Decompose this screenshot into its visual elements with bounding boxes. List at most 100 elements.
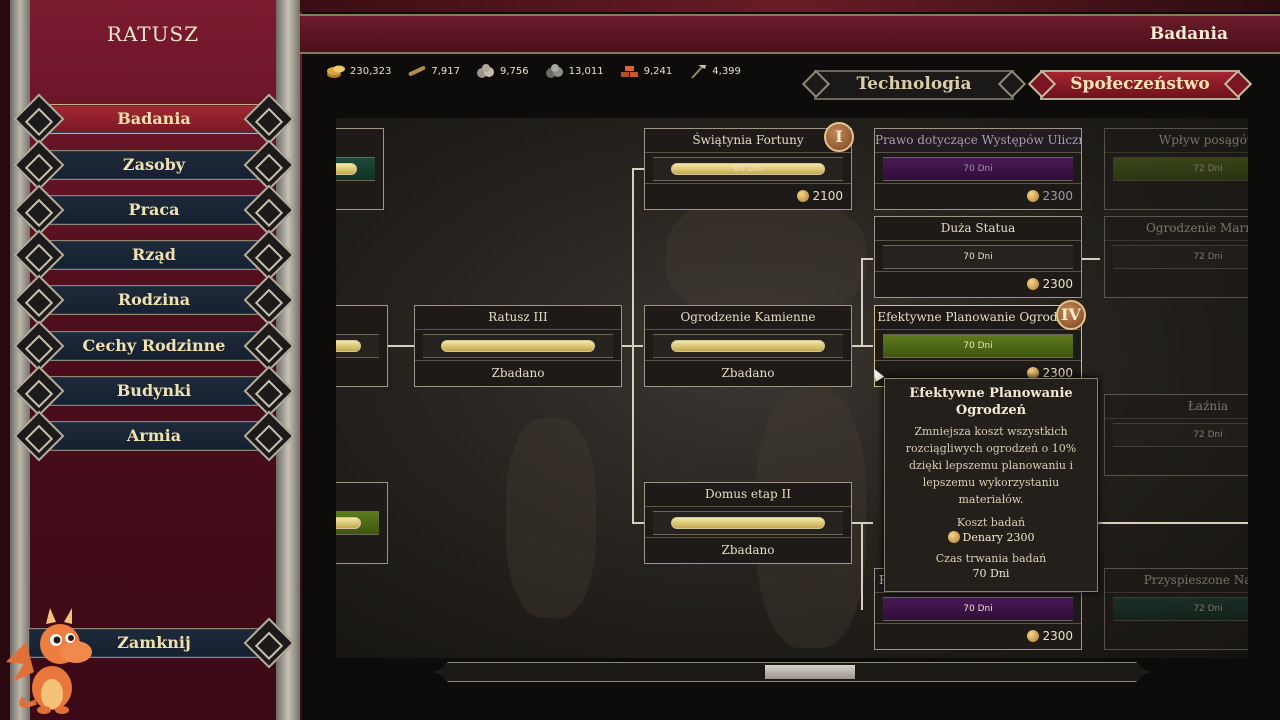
research-progress: 72 Dni	[1113, 423, 1248, 447]
research-name: Prawo dotyczące Występów Ulicznych	[875, 129, 1081, 153]
research-cost: 2100	[797, 189, 843, 203]
research-cost-value: 2100	[812, 189, 843, 203]
bricks-icon	[620, 66, 638, 77]
coins-icon	[327, 65, 345, 78]
research-card-swiatynia-fortuny[interactable]: Świątynia Fortuny 68 Dni 2100	[644, 128, 852, 210]
research-footer: Zbadano	[415, 360, 621, 386]
research-name: Duża Statua	[875, 217, 1081, 241]
research-card-ogrodzenie-marmur[interactable]: Ogrodzenie Marmur 72 Dni	[1104, 216, 1248, 298]
research-progress	[336, 157, 375, 181]
research-card-efektywne-planowanie[interactable]: Efektywne Planowanie Ogrodzeń 70 Dni 230…	[874, 305, 1082, 387]
nav-button-label: Budynki	[116, 381, 192, 400]
nav-button-rzad[interactable]: Rząd	[13, 229, 295, 281]
research-card[interactable]	[336, 305, 388, 387]
progress-fill	[671, 517, 825, 529]
research-name: Świątynia Fortuny	[645, 129, 851, 153]
research-card[interactable]	[336, 482, 388, 564]
panel-title: RATUSZ	[106, 22, 200, 46]
nav-button-armia[interactable]: Armia	[13, 410, 295, 462]
progress-fill	[336, 340, 361, 352]
town-hall-panel: RATUSZ Badania Zasoby Praca Rząd Rodzina…	[0, 0, 302, 720]
research-card-duza-statua[interactable]: Duża Statua 70 Dni 2300	[874, 216, 1082, 298]
research-progress: 72 Dni	[1113, 597, 1248, 621]
nav-button-praca[interactable]: Praca	[13, 184, 295, 236]
tree-connector	[861, 258, 863, 346]
resource-value: 4,399	[712, 65, 741, 77]
coin-icon	[1027, 190, 1040, 202]
tab-label: Społeczeństwo	[1070, 74, 1210, 94]
nav-button-label: Armia	[126, 426, 182, 445]
research-card-ogrodzenie-kamienne[interactable]: Ogrodzenie Kamienne Zbadano	[644, 305, 852, 387]
research-tree[interactable]: Ratusz III Zbadano Świątynia Fortuny 68 …	[336, 118, 1248, 658]
tier-badge: I	[824, 122, 854, 152]
resource-value: 9,756	[500, 65, 529, 77]
nav-button-label: Rząd	[132, 245, 176, 264]
nav-button-cechy-rodzinne[interactable]: Cechy Rodzinne	[13, 320, 295, 372]
research-name: Przyspieszone Naucz	[1105, 569, 1248, 593]
tab-label: Technologia	[856, 74, 972, 94]
background-building	[666, 198, 866, 318]
resource-ore: 13,011	[545, 60, 604, 82]
research-name: Ogrodzenie Kamienne	[645, 306, 851, 330]
research-duration: 72 Dni	[1193, 164, 1223, 174]
nav-button-badania[interactable]: Badania	[13, 93, 295, 145]
research-card-domus-etap-ii[interactable]: Domus etap II Zbadano	[644, 482, 852, 564]
scrollbar-thumb[interactable]	[765, 665, 855, 679]
nav-button-rodzina[interactable]: Rodzina	[13, 274, 295, 326]
tree-connector	[632, 168, 644, 170]
research-card[interactable]	[336, 128, 384, 210]
research-cost-value: 2300	[1042, 629, 1073, 643]
research-duration: 68 Dni	[733, 164, 763, 174]
research-cost: 2300	[1027, 189, 1073, 203]
research-card-laznia[interactable]: Łaźnia 72 Dni	[1104, 394, 1248, 476]
tree-connector	[619, 345, 643, 347]
research-progress: 70 Dni	[883, 597, 1073, 621]
tooltip-title: Efektywne Planowanie Ogrodzeń	[909, 386, 1073, 418]
horizontal-scrollbar[interactable]	[436, 662, 1148, 682]
research-tooltip: Efektywne Planowanie Ogrodzeń Zmniejsza …	[884, 378, 1098, 592]
research-card-ratusz-iii[interactable]: Ratusz III Zbadano	[414, 305, 622, 387]
tools-icon	[691, 65, 707, 79]
research-card-przyspieszone[interactable]: Przyspieszone Naucz 72 Dni	[1104, 568, 1248, 650]
resource-value: 230,323	[350, 65, 392, 77]
research-duration: 70 Dni	[963, 164, 993, 174]
tab-spoleczenstwo[interactable]: Społeczeństwo	[1027, 68, 1253, 102]
research-footer: 2100	[645, 183, 851, 209]
research-duration: 70 Dni	[963, 604, 993, 614]
research-footer: 2300	[875, 623, 1081, 649]
nav-button-label: Badania	[117, 109, 191, 128]
research-duration: 72 Dni	[1193, 604, 1223, 614]
research-progress	[336, 334, 379, 358]
research-duration: 72 Dni	[1193, 430, 1223, 440]
research-card-prawo-wystepow[interactable]: Prawo dotyczące Występów Ulicznych 70 Dn…	[874, 128, 1082, 210]
research-duration: 70 Dni	[963, 252, 993, 262]
research-status: Zbadano	[721, 366, 775, 380]
resource-value: 9,241	[643, 65, 673, 77]
stone-icon	[477, 64, 494, 78]
resource-value: 7,917	[431, 65, 460, 77]
tree-connector	[1080, 522, 1248, 524]
resource-tools: 4,399	[688, 60, 741, 82]
tooltip-time-value: 70 Dni	[972, 567, 1010, 580]
research-progress: 68 Dni	[653, 157, 843, 181]
tier-badge: IV	[1056, 300, 1086, 330]
tab-technologia[interactable]: Technologia	[801, 68, 1027, 102]
research-cost: 2300	[1027, 277, 1073, 291]
research-name: Domus etap II	[645, 483, 851, 507]
nav-button-label: Cechy Rodzinne	[82, 336, 226, 355]
wood-icon	[409, 66, 426, 76]
research-progress	[653, 334, 843, 358]
page-title: Badania	[1149, 24, 1228, 44]
resource-stone: 9,756	[476, 60, 529, 82]
research-card-wplyw-posagow[interactable]: Wpływ posągów 72 Dni	[1104, 128, 1248, 210]
research-progress	[336, 511, 379, 535]
tree-connector	[1080, 258, 1100, 260]
coin-icon	[1027, 278, 1040, 290]
background-figure	[506, 418, 596, 618]
research-status: Zbadano	[721, 543, 775, 557]
nav-button-zasoby[interactable]: Zasoby	[13, 139, 295, 191]
tree-connector	[861, 258, 873, 260]
resource-wood: 7,917	[407, 60, 460, 82]
nav-button-budynki[interactable]: Budynki	[13, 365, 295, 417]
ore-icon	[545, 64, 563, 78]
